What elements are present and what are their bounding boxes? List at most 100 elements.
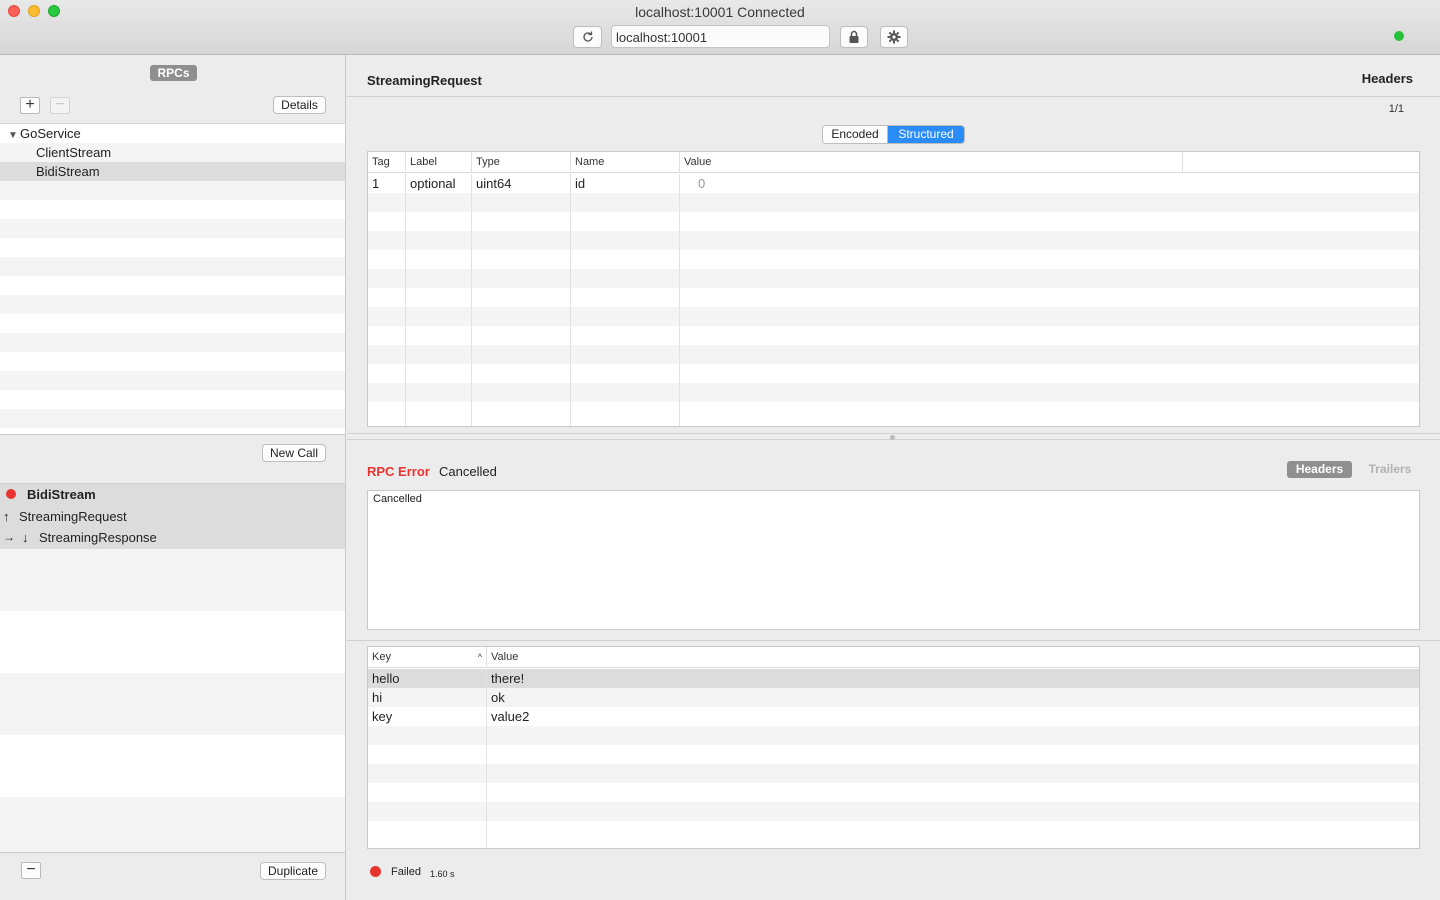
empty-row <box>0 181 345 200</box>
column-header-value[interactable]: Value <box>487 647 787 668</box>
encoding-segmented-control: Encoded Structured <box>822 125 965 144</box>
column-header-label[interactable]: Label <box>406 152 472 173</box>
cell-type: uint64 <box>476 176 512 191</box>
empty-row <box>368 383 1419 402</box>
column-header-label: Key <box>372 651 391 663</box>
empty-row <box>0 257 345 276</box>
empty-row <box>0 409 345 428</box>
tree-item-label: BidiStream <box>36 164 100 179</box>
remove-service-button[interactable]: − <box>50 97 70 114</box>
message-title: StreamingRequest <box>367 73 482 88</box>
split-view-divider[interactable] <box>347 433 1440 440</box>
segment-structured[interactable]: Structured <box>888 126 964 143</box>
minus-icon: − <box>55 96 65 113</box>
cell-label: optional <box>410 176 456 191</box>
cell-value: ok <box>491 690 505 705</box>
call-message-streamingresponse[interactable]: → ↓ StreamingResponse <box>0 527 345 549</box>
window-title: localhost:10001 Connected <box>635 4 805 20</box>
column-header-tag[interactable]: Tag <box>368 152 406 173</box>
table-row[interactable]: hi ok <box>368 688 1419 707</box>
new-call-button[interactable]: New Call <box>262 444 326 462</box>
column-divider <box>679 174 680 426</box>
sort-ascending-icon: ^ <box>477 652 482 662</box>
arrow-up-icon: ↑ <box>3 508 10 524</box>
column-header-key[interactable]: Key ^ <box>368 647 487 668</box>
tree-item-clientstream[interactable]: ClientStream <box>0 143 345 162</box>
calls-list: BidiStream ↑ StreamingRequest → ↓ Stream… <box>0 483 345 853</box>
empty-row <box>0 200 345 219</box>
call-message-streamingrequest[interactable]: ↑ StreamingRequest <box>0 505 345 527</box>
cell-value: value2 <box>491 709 530 724</box>
tab-trailers[interactable]: Trailers <box>1361 461 1419 478</box>
cell-tag: 1 <box>372 176 380 191</box>
row-stripe <box>0 673 345 735</box>
empty-row <box>0 238 345 257</box>
empty-row <box>368 726 1419 745</box>
empty-row <box>368 288 1419 307</box>
table-row[interactable]: hello there! <box>368 669 1419 688</box>
main-panel: StreamingRequest Headers 1/1 Encoded Str… <box>347 55 1440 900</box>
empty-row <box>368 212 1419 231</box>
tree-item-goservice[interactable]: ▼ GoService <box>0 124 345 143</box>
connection-status-indicator <box>1394 31 1404 41</box>
message-fields-table: Tag Label Type Name Value 1 optional uin… <box>367 151 1420 427</box>
arrow-down-icon: ↓ <box>22 530 29 545</box>
empty-row <box>0 428 345 434</box>
empty-row <box>368 802 1419 821</box>
segment-encoded[interactable]: Encoded <box>823 126 888 143</box>
empty-row <box>368 402 1419 421</box>
empty-row <box>368 364 1419 383</box>
headers-link[interactable]: Headers <box>1362 71 1413 86</box>
table-header: Tag Label Type Name Value <box>368 152 1419 173</box>
empty-row <box>368 745 1419 764</box>
empty-row <box>368 269 1419 288</box>
settings-button[interactable] <box>880 26 908 48</box>
tree-item-bidistream[interactable]: BidiStream <box>0 162 345 181</box>
table-row[interactable]: 1 optional uint64 id 0 <box>368 174 1419 193</box>
call-message-label: StreamingRequest <box>19 508 127 524</box>
status-failed-icon <box>370 866 381 877</box>
column-divider <box>471 174 472 426</box>
cell-value[interactable]: 0 <box>694 174 705 193</box>
empty-row <box>0 219 345 238</box>
cell-key: key <box>372 709 393 724</box>
divider-grip-icon <box>890 435 895 440</box>
page-indicator: 1/1 <box>1388 103 1404 115</box>
empty-row <box>368 307 1419 326</box>
rpc-error-label: RPC Error <box>367 464 430 479</box>
cell-key: hello <box>372 671 400 686</box>
remove-call-button[interactable]: − <box>21 862 41 879</box>
lock-icon <box>849 30 859 43</box>
column-header-type[interactable]: Type <box>472 152 571 173</box>
server-address-field[interactable]: localhost:10001 <box>611 25 830 48</box>
table-body: 1 optional uint64 id 0 <box>368 174 1419 426</box>
table-header: Key ^ Value <box>368 647 1419 668</box>
column-divider <box>570 174 571 426</box>
reload-button[interactable] <box>573 26 602 48</box>
disclosure-triangle-icon[interactable]: ▼ <box>8 126 20 145</box>
title-bar: localhost:10001 Connected localhost:1000… <box>0 0 1440 55</box>
add-service-button[interactable]: + <box>20 97 40 114</box>
table-row[interactable]: key value2 <box>368 707 1419 726</box>
cell-value: there! <box>491 671 525 686</box>
empty-row <box>368 764 1419 783</box>
duplicate-button[interactable]: Duplicate <box>260 862 326 880</box>
sidebar: RPCs + − Details ▼ GoService ClientStream… <box>0 55 346 900</box>
tls-lock-button[interactable] <box>840 26 868 48</box>
rpcs-header-badge: RPCs <box>150 65 197 81</box>
details-button[interactable]: Details <box>273 96 326 114</box>
empty-row <box>368 783 1419 802</box>
column-divider <box>486 669 487 848</box>
cell-key: hi <box>372 690 383 705</box>
plus-icon: + <box>25 96 35 113</box>
empty-row <box>0 371 345 390</box>
column-header-name[interactable]: Name <box>571 152 680 173</box>
empty-row <box>0 295 345 314</box>
cell-name: id <box>575 176 586 191</box>
tab-headers[interactable]: Headers <box>1287 461 1352 478</box>
column-header-value[interactable]: Value <box>680 152 1183 173</box>
call-item-bidistream[interactable]: BidiStream <box>0 484 345 506</box>
divider <box>347 96 1440 97</box>
empty-row <box>368 193 1419 212</box>
tree-item-label: GoService <box>20 126 81 141</box>
